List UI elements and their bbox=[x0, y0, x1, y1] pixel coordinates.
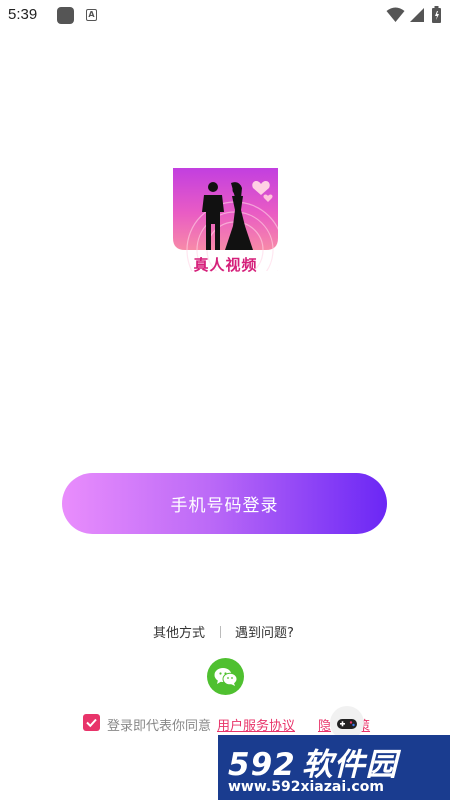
divider bbox=[220, 626, 221, 638]
agreement-text: 登录即代表你同意 bbox=[107, 719, 212, 734]
watermark-banner: 592 软件园 www.592xiazai.com bbox=[218, 735, 450, 800]
phone-login-button[interactable]: 手机号码登录 bbox=[62, 473, 387, 534]
status-bar: 5:39 A bbox=[0, 0, 450, 32]
signal-icon bbox=[410, 8, 424, 22]
agreement-checkbox[interactable] bbox=[83, 714, 100, 731]
a-notification-icon: A bbox=[86, 9, 97, 21]
battery-icon bbox=[432, 6, 441, 23]
wechat-icon bbox=[214, 667, 237, 686]
watermark-url: www.592xiazai.com bbox=[228, 779, 384, 795]
status-time: 5:39 bbox=[8, 6, 38, 23]
watermark-number: 592 bbox=[228, 747, 296, 783]
user-agreement-link[interactable]: 用户服务协议 bbox=[217, 715, 295, 734]
other-methods-link[interactable]: 其他方式 bbox=[153, 622, 205, 641]
check-icon bbox=[86, 718, 97, 728]
help-link[interactable]: 遇到问题? bbox=[235, 622, 294, 641]
agreement-row: 登录即代表你同意 用户服务协议 隐策 bbox=[0, 712, 450, 734]
app-logo-title: 真人视频 bbox=[193, 256, 258, 274]
wechat-login-button[interactable] bbox=[207, 658, 244, 695]
notification-square-icon bbox=[57, 7, 74, 24]
other-options-row: 其他方式 遇到问题? bbox=[0, 622, 450, 642]
wifi-icon bbox=[386, 7, 405, 22]
watermark-brand: 软件园 bbox=[301, 747, 398, 783]
